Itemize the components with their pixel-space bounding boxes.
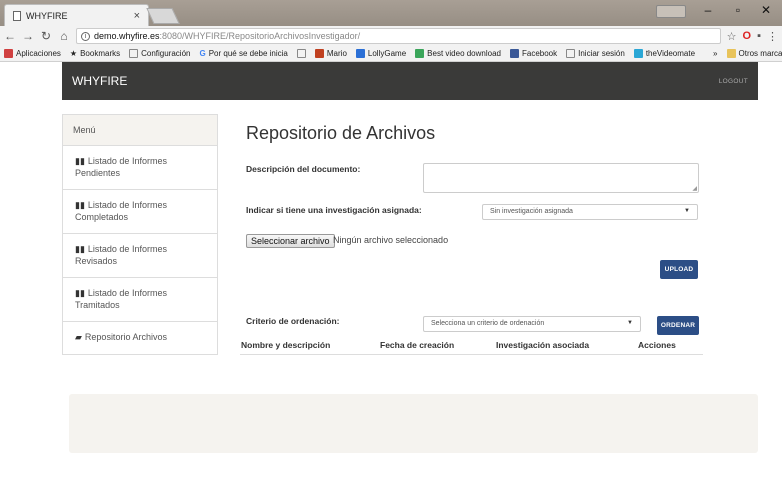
- bookmark-item[interactable]: [296, 49, 306, 58]
- sidebar-item-repositorio[interactable]: ▰ Repositorio Archivos: [63, 322, 217, 354]
- bookmark-item[interactable]: ★ Bookmarks: [70, 49, 120, 58]
- files-icon: ▮▮: [75, 200, 85, 210]
- tab-title: WHYFIRE: [26, 10, 68, 21]
- column-header-investigation: Investigación asociada: [496, 340, 590, 350]
- sort-select[interactable]: Selecciona un criterio de ordenación ▼: [423, 316, 641, 332]
- download-icon: [415, 49, 425, 58]
- browser-tabstrip: WHYFIRE × – ▫ ✕: [0, 0, 782, 26]
- chrome-menu-icon[interactable]: ⋮: [767, 30, 778, 43]
- bookmark-item[interactable]: Mario: [314, 49, 347, 58]
- browser-toolbar: ← → ↻ ⌂ i demo.whyfire.es:8080/WHYFIRE/R…: [0, 26, 782, 46]
- investigation-label: Indicar si tiene una investigación asign…: [246, 205, 422, 215]
- page-icon: [129, 49, 139, 58]
- bookmark-item[interactable]: Configuración: [129, 49, 190, 58]
- facebook-icon: [509, 49, 519, 58]
- lollygame-icon: [355, 49, 365, 58]
- description-label: Descripción del documento:: [246, 164, 361, 174]
- top-navbar: WHYFIRE LOGOUT: [62, 62, 758, 100]
- page-title: Repositorio de Archivos: [246, 123, 436, 143]
- home-icon[interactable]: ⌂: [58, 29, 70, 43]
- files-icon: ▮▮: [75, 156, 85, 166]
- google-icon: G: [199, 49, 206, 58]
- menu-header: Menú: [63, 115, 217, 146]
- close-window-icon[interactable]: ✕: [754, 3, 778, 17]
- page-footer: [69, 394, 758, 453]
- sidebar-item-pendientes[interactable]: ▮▮ Listado de Informes Pendientes: [63, 146, 217, 190]
- chevron-down-icon: ▼: [627, 320, 633, 326]
- minimize-icon[interactable]: –: [696, 3, 720, 17]
- description-textarea[interactable]: ◢: [423, 163, 699, 193]
- folder-open-icon: ▰: [75, 332, 82, 342]
- bookmark-item[interactable]: Best video download: [415, 49, 501, 58]
- maximize-icon[interactable]: ▫: [726, 3, 750, 17]
- page-icon: [566, 49, 576, 58]
- thevideomate-icon: [633, 49, 643, 58]
- sort-label: Criterio de ordenación:: [246, 316, 340, 326]
- page-icon: [296, 49, 306, 58]
- bookmark-item[interactable]: theVideomate: [633, 49, 695, 58]
- url-path: :8080/WHYFIRE/RepositorioArchivosInvesti…: [159, 31, 361, 41]
- sidebar-menu: Menú ▮▮ Listado de Informes Pendientes ▮▮…: [62, 114, 218, 355]
- table-divider: [240, 354, 703, 355]
- address-bar[interactable]: i demo.whyfire.es:8080/WHYFIRE/Repositor…: [76, 28, 721, 44]
- bookmark-item[interactable]: Iniciar sesión: [566, 49, 625, 58]
- url-host: demo.whyfire.es: [94, 31, 160, 41]
- logout-link[interactable]: LOGOUT: [719, 78, 748, 85]
- other-bookmarks[interactable]: Otros marcadores: [726, 49, 782, 58]
- tab-close-icon[interactable]: ×: [134, 10, 140, 22]
- column-header-actions: Acciones: [638, 340, 676, 350]
- brand-logo[interactable]: WHYFIRE: [72, 74, 127, 88]
- file-status: Ningún archivo seleccionado: [333, 235, 449, 245]
- reload-icon[interactable]: ↻: [40, 29, 52, 43]
- folder-icon: [726, 49, 736, 58]
- new-tab-button[interactable]: [146, 8, 180, 24]
- files-icon: ▮▮: [75, 288, 85, 298]
- choose-file-button[interactable]: Seleccionar archivo: [246, 234, 335, 248]
- star-icon: ★: [69, 49, 78, 58]
- profile-button[interactable]: [656, 5, 686, 18]
- sidebar-item-tramitados[interactable]: ▮▮ Listado de Informes Tramitados: [63, 278, 217, 322]
- bookmark-item[interactable]: Facebook: [509, 49, 557, 58]
- bookmark-item[interactable]: LollyGame: [355, 49, 406, 58]
- sidebar-item-revisados[interactable]: ▮▮ Listado de Informes Revisados: [63, 234, 217, 278]
- page-icon: [13, 10, 21, 21]
- files-icon: ▮▮: [75, 244, 85, 254]
- opera-icon[interactable]: O: [743, 30, 752, 42]
- sort-button[interactable]: ORDENAR: [657, 316, 699, 335]
- bookmark-item[interactable]: Aplicaciones: [4, 49, 61, 58]
- bookmark-item[interactable]: G Por qué se debe inicia: [199, 49, 287, 58]
- star-icon[interactable]: ☆: [727, 30, 737, 43]
- apps-icon: [4, 49, 13, 58]
- back-icon[interactable]: ←: [4, 29, 16, 43]
- info-icon[interactable]: i: [81, 31, 90, 41]
- resize-grip-icon[interactable]: ◢: [692, 185, 697, 192]
- bookmarks-overflow-button[interactable]: »: [713, 49, 717, 58]
- browser-tab[interactable]: WHYFIRE ×: [4, 4, 149, 26]
- investigation-select[interactable]: Sin investigación asignada ▼: [482, 204, 698, 220]
- mario-icon: [314, 49, 324, 58]
- web-page: WHYFIRE LOGOUT Menú ▮▮ Listado de Informe…: [0, 62, 782, 504]
- bookmarks-bar: Aplicaciones ★ Bookmarks Configuración GP…: [0, 46, 782, 62]
- column-header-name: Nombre y descripción: [241, 340, 331, 350]
- extension-icon[interactable]: ▪: [757, 30, 761, 42]
- chevron-down-icon: ▼: [684, 208, 690, 214]
- column-header-date: Fecha de creación: [380, 340, 455, 350]
- sidebar-item-completados[interactable]: ▮▮ Listado de Informes Completados: [63, 190, 217, 234]
- upload-button[interactable]: UPLOAD: [660, 260, 698, 279]
- forward-icon[interactable]: →: [22, 29, 34, 43]
